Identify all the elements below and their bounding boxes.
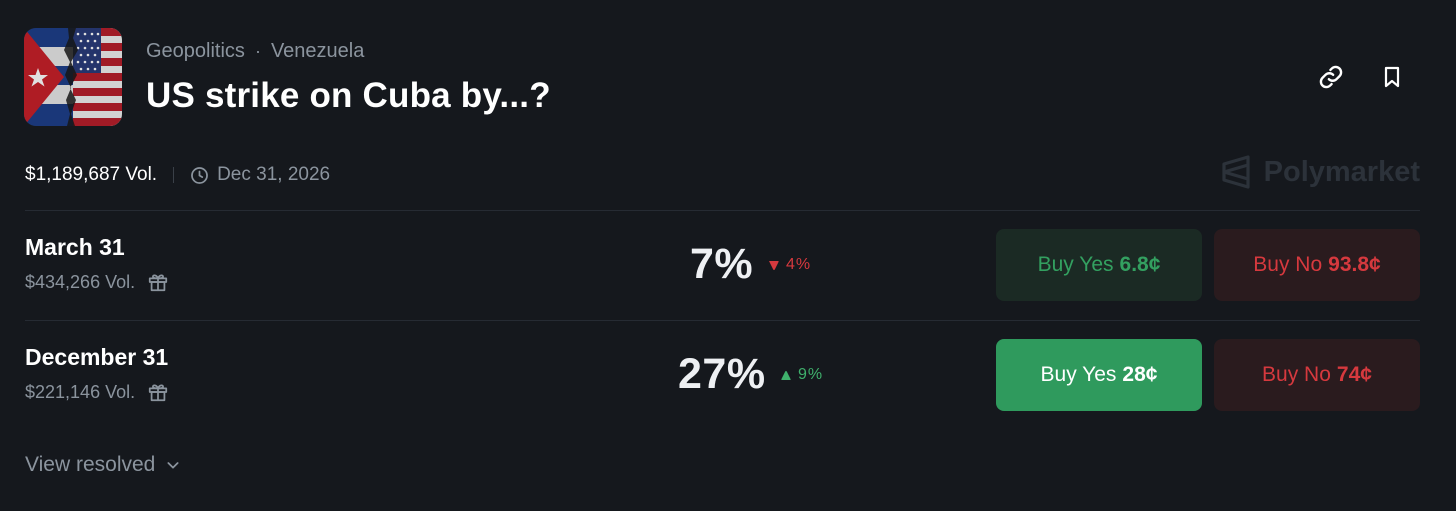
buy-no-label: Buy No [1253, 253, 1323, 276]
breadcrumb: Geopolitics · Venezuela [146, 40, 364, 63]
change-value: 9% [798, 366, 824, 383]
total-volume: $1,189,687 Vol. [25, 164, 158, 185]
polymarket-logo-icon [1222, 155, 1250, 189]
market-volume-row: $434,266 Vol. [25, 271, 169, 293]
probability-change: 9% [780, 366, 823, 384]
market-name[interactable]: March 31 [25, 234, 125, 261]
triangle-up-icon [781, 370, 791, 380]
buy-no-button[interactable]: Buy No 74¢ [1214, 339, 1420, 411]
triangle-down-icon [769, 260, 779, 270]
market-thumbnail [24, 28, 122, 126]
buy-yes-price: 28¢ [1122, 363, 1158, 386]
market-probability: 27% [678, 350, 766, 398]
buy-yes-label: Buy Yes [1040, 363, 1117, 386]
clock-icon [191, 166, 208, 184]
probability-change: 4% [768, 256, 811, 274]
buy-yes-button[interactable]: Buy Yes 28¢ [996, 339, 1202, 411]
row-divider [25, 320, 1420, 321]
market-volume: $434,266 Vol. [25, 271, 136, 292]
buy-yes-label: Buy Yes [1037, 253, 1114, 276]
meta-divider [173, 167, 175, 183]
chevron-down-icon [167, 462, 179, 469]
breadcrumb-item-venezuela[interactable]: Venezuela [271, 40, 364, 63]
breadcrumb-item-geopolitics[interactable]: Geopolitics [146, 40, 245, 63]
market-probability: 7% [690, 240, 754, 288]
market-name[interactable]: December 31 [25, 344, 168, 371]
buy-yes-price: 6.8¢ [1119, 253, 1161, 276]
view-resolved-toggle[interactable]: View resolved [25, 453, 181, 477]
bookmark-button[interactable] [1375, 60, 1409, 94]
view-resolved-label: View resolved [25, 453, 156, 476]
page-title: US strike on Cuba by...? [146, 76, 551, 115]
end-date: Dec 31, 2026 [217, 164, 331, 185]
market-volume-row: $221,146 Vol. [25, 381, 169, 403]
buy-yes-button[interactable]: Buy Yes 6.8¢ [996, 229, 1202, 301]
change-value: 4% [786, 256, 812, 273]
section-divider [25, 210, 1420, 211]
link-icon [1319, 65, 1343, 89]
gift-icon[interactable] [147, 271, 169, 293]
buy-no-label: Buy No [1262, 363, 1331, 386]
buy-no-price: 93.8¢ [1328, 253, 1381, 276]
buy-no-button[interactable]: Buy No 93.8¢ [1214, 229, 1420, 301]
bookmark-icon [1384, 66, 1400, 88]
polymarket-brand: Polymarket [1220, 155, 1420, 189]
cuba-us-flags-image [24, 28, 122, 126]
copy-link-button[interactable] [1314, 60, 1348, 94]
brand-name: Polymarket [1263, 155, 1420, 188]
gift-icon[interactable] [147, 381, 169, 403]
market-meta: $1,189,687 Vol. Dec 31, 2026 [25, 164, 330, 186]
buy-no-price: 74¢ [1336, 363, 1372, 386]
breadcrumb-separator: · [254, 41, 261, 61]
market-volume: $221,146 Vol. [25, 381, 136, 402]
